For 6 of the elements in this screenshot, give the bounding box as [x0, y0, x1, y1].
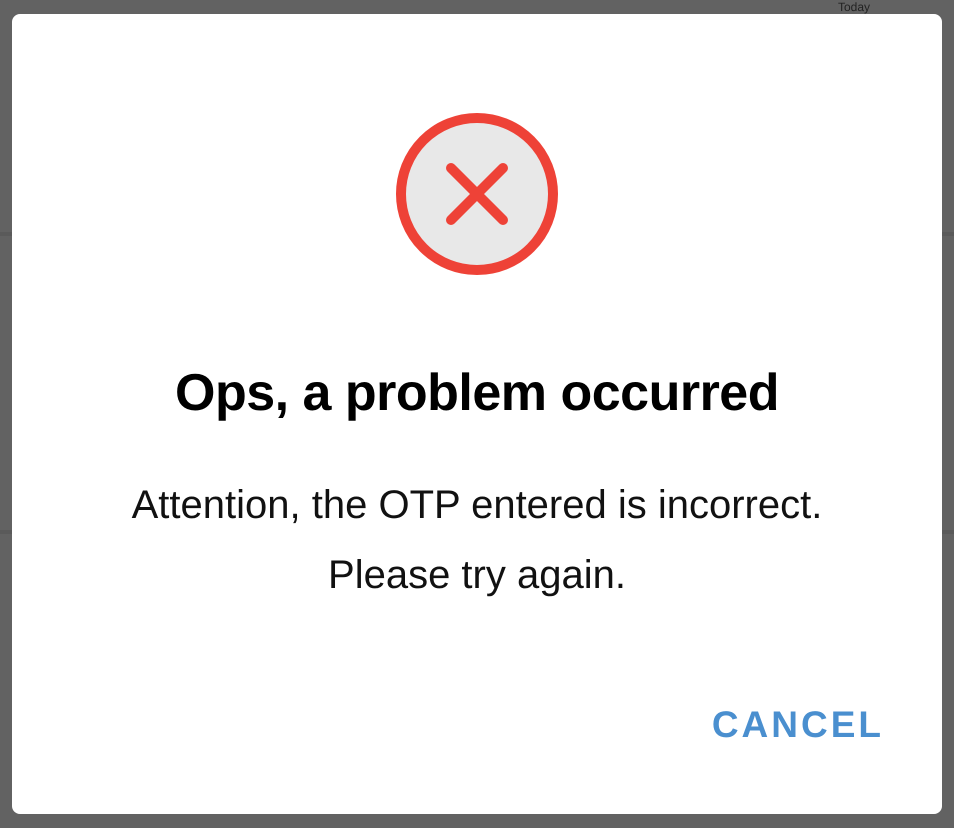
message-text: Please try again.	[327, 552, 627, 599]
day-label: Today	[838, 0, 870, 14]
dialog-title: Ops, a problem occurred	[175, 363, 779, 424]
error-icon	[395, 112, 559, 276]
message-text: Attention, the OTP entered is incorrect.	[132, 482, 822, 529]
cancel-button[interactable]: CANCEL	[704, 692, 892, 756]
